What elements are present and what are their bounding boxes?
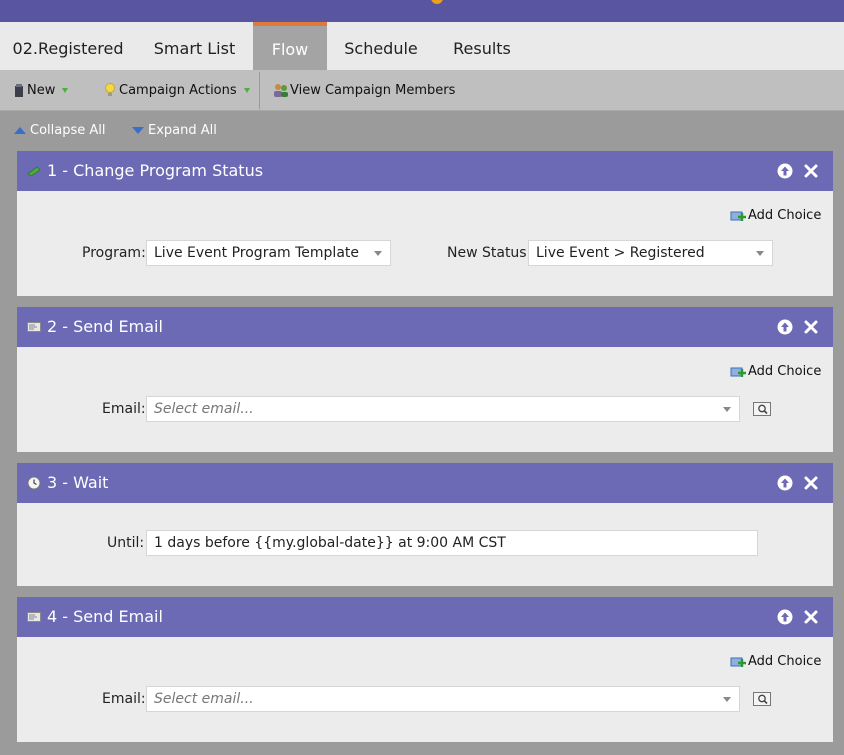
add-choice-label: Add Choice	[748, 364, 822, 379]
members-icon	[274, 84, 288, 97]
campaign-actions-label: Campaign Actions	[119, 83, 237, 98]
flow-step-change-program-status: 1 - Change Program Status Add Choice Pro…	[17, 151, 833, 296]
collapse-icon	[14, 127, 26, 134]
expand-label: Expand All	[148, 123, 217, 138]
flow-controls: Collapse All Expand All	[0, 112, 844, 150]
add-choice-button[interactable]: Add Choice	[730, 363, 821, 381]
email-placeholder: Select email...	[154, 691, 254, 707]
move-up-icon[interactable]	[777, 163, 793, 179]
new-status-value: Live Event > Registered	[536, 245, 705, 261]
new-icon	[15, 83, 23, 97]
add-choice-label: Add Choice	[748, 208, 822, 223]
lookup-icon[interactable]	[753, 692, 771, 706]
chevron-down-icon	[243, 88, 250, 93]
expand-all-button[interactable]: Expand All	[132, 112, 217, 150]
program-select[interactable]: Live Event Program Template	[146, 240, 391, 266]
step-title: 2 - Send Email	[47, 317, 163, 336]
step-title: 4 - Send Email	[47, 607, 163, 626]
new-button[interactable]: New	[14, 70, 69, 111]
email-label: Email:	[102, 691, 146, 707]
chevron-down-icon	[723, 697, 731, 702]
add-choice-label: Add Choice	[748, 654, 822, 669]
flow-step-send-email: 4 - Send Email Add Choice Email: Select …	[17, 597, 833, 742]
new-status-label: New Status:	[447, 245, 532, 261]
email-icon	[27, 322, 41, 332]
chevron-down-icon	[374, 251, 382, 256]
new-status-select[interactable]: Live Event > Registered	[528, 240, 773, 266]
email-select[interactable]: Select email...	[146, 396, 740, 422]
close-icon[interactable]	[803, 475, 819, 491]
chevron-down-icon	[723, 407, 731, 412]
lightbulb-icon	[105, 83, 115, 96]
status-change-icon	[27, 166, 41, 177]
view-campaign-members-button[interactable]: View Campaign Members	[273, 70, 455, 111]
step-header: 1 - Change Program Status	[17, 151, 833, 191]
chevron-down-icon	[62, 88, 69, 93]
clock-icon	[27, 476, 41, 490]
step-header: 3 - Wait	[17, 463, 833, 503]
close-icon[interactable]	[803, 163, 819, 179]
email-placeholder: Select email...	[154, 401, 254, 417]
add-choice-icon	[730, 657, 746, 667]
until-input[interactable]: 1 days before {{my.global-date}} at 9:00…	[146, 530, 758, 556]
step-title: 3 - Wait	[47, 473, 109, 492]
tab-flow[interactable]: Flow	[253, 22, 327, 70]
step-title: 1 - Change Program Status	[47, 161, 264, 180]
move-up-icon[interactable]	[777, 475, 793, 491]
collapse-label: Collapse All	[30, 123, 106, 138]
view-members-label: View Campaign Members	[290, 83, 456, 98]
add-choice-button[interactable]: Add Choice	[730, 653, 821, 671]
tab-program-name[interactable]: 02.Registered	[0, 22, 136, 70]
flow-step-send-email: 2 - Send Email Add Choice Email: Select …	[17, 307, 833, 452]
tab-schedule[interactable]: Schedule	[327, 22, 435, 70]
lookup-icon[interactable]	[753, 402, 771, 416]
tab-results[interactable]: Results	[435, 22, 529, 70]
collapse-all-button[interactable]: Collapse All	[14, 112, 106, 150]
add-choice-button[interactable]: Add Choice	[730, 207, 821, 225]
until-label: Until:	[107, 535, 145, 551]
chevron-down-icon	[756, 251, 764, 256]
new-label: New	[27, 83, 56, 98]
flow-step-wait: 3 - Wait Until: 1 days before {{my.globa…	[17, 463, 833, 586]
add-choice-icon	[730, 367, 746, 377]
tab-smart-list[interactable]: Smart List	[136, 22, 253, 70]
close-icon[interactable]	[803, 319, 819, 335]
step-header: 4 - Send Email	[17, 597, 833, 637]
campaign-actions-button[interactable]: Campaign Actions	[104, 70, 250, 111]
program-label: Program:	[82, 245, 146, 261]
status-dot-icon	[431, 0, 443, 4]
toolbar-divider	[259, 72, 260, 109]
program-value: Live Event Program Template	[154, 245, 359, 261]
email-icon	[27, 612, 41, 622]
move-up-icon[interactable]	[777, 319, 793, 335]
step-header: 2 - Send Email	[17, 307, 833, 347]
move-up-icon[interactable]	[777, 609, 793, 625]
add-choice-icon	[730, 211, 746, 221]
top-bar	[0, 0, 844, 22]
toolbar: New Campaign Actions View Campaign Membe…	[0, 70, 844, 111]
email-select[interactable]: Select email...	[146, 686, 740, 712]
email-label: Email:	[102, 401, 146, 417]
expand-icon	[132, 127, 144, 134]
tab-bar: 02.Registered Smart List Flow Schedule R…	[0, 22, 844, 70]
close-icon[interactable]	[803, 609, 819, 625]
